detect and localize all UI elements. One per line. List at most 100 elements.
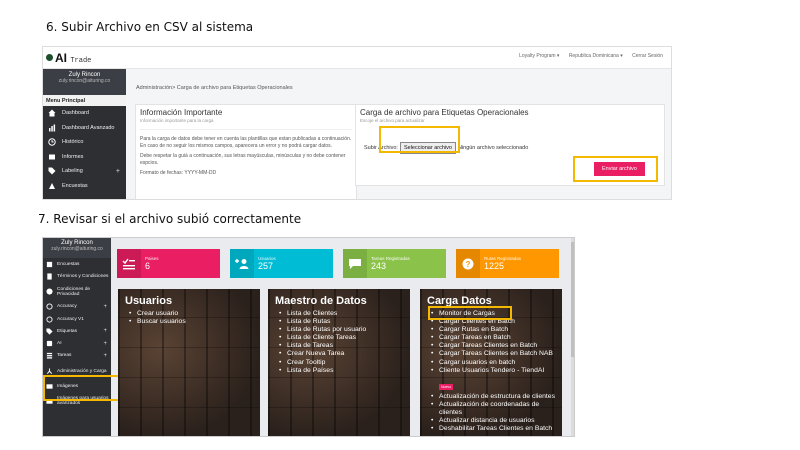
panel-links: Crear usuario Buscar usuarios	[118, 307, 260, 326]
upload-screenshot: AI Trade Loyalty Program ▾ Republica Dom…	[42, 46, 672, 200]
panel-title: Maestro de Datos	[275, 295, 367, 307]
monitor-cargas-highlight	[428, 306, 512, 320]
check-list-icon	[117, 249, 141, 278]
file-status: Ningún archivo seleccionado	[457, 145, 529, 151]
link-crear-tooltip[interactable]: Crear Tooltip	[279, 359, 410, 367]
user-email: zuly.rincon@aituring.co	[51, 246, 103, 252]
info-date-format: Formato de fechas: YYYY-MM-DD	[140, 170, 217, 176]
file-button-highlight	[379, 126, 460, 153]
panel-maestro-datos: Maestro de Datos Lista de Clientes Lista…	[268, 289, 410, 436]
sidebar-item-dashboard[interactable]: Dashboard	[43, 106, 126, 121]
admin-menu-highlight	[43, 375, 124, 401]
info-paragraph-2: Debe respetar la guiá a continuación, su…	[140, 153, 346, 166]
topnav-country[interactable]: Republica Dominicana ▾	[569, 53, 623, 59]
link-lista-tareas[interactable]: Lista de Tareas	[279, 342, 410, 350]
link-cargar-tareas[interactable]: Cargar Tareas en Batch	[431, 334, 562, 342]
upload-card-subtitle: Escoje el archivo para actualizar	[360, 118, 425, 123]
info-card: Información Importante Información impor…	[135, 104, 357, 199]
sidebar-item-ai[interactable]: AI +	[43, 337, 111, 349]
panel-links: Monitor de Cargas Cargar Clientes en Bat…	[420, 307, 562, 433]
tasks-icon	[46, 352, 53, 359]
info-card-body: Para la carga de datos debe tener en cue…	[140, 129, 352, 177]
link-cargar-rutas[interactable]: Cargar Rutas en Batch	[431, 326, 562, 334]
link-cargar-tareas-clientes-nab[interactable]: Cargar Tareas Clientes en Batch NAB	[431, 350, 562, 358]
link-cargar-usuarios[interactable]: Cargar usuarios en batch	[431, 359, 562, 367]
expand-icon[interactable]: +	[103, 353, 107, 359]
scrollbar-thumb[interactable]	[571, 242, 574, 357]
expand-icon[interactable]: +	[116, 168, 120, 175]
link-crear-tarea[interactable]: Crear Nueva Tarea	[279, 350, 410, 358]
link-lista-rutas[interactable]: Lista de Rutas	[279, 318, 410, 326]
survey-icon	[48, 182, 56, 190]
sidebar-item-accuracy-v1[interactable]: Accuracy V1	[43, 313, 111, 325]
sidebar: Zuly Rincon zuly.rincon@aituring.co Encu…	[43, 238, 111, 436]
link-crear-usuario[interactable]: Crear usuario	[129, 310, 260, 318]
top-bar: AI Trade Loyalty Program ▾ Republica Dom…	[43, 47, 671, 69]
breadcrumb: Administración> Carga de archivo para Et…	[136, 85, 293, 91]
sidebar-item-terminos[interactable]: Términos y Condiciones	[43, 270, 111, 282]
stat-paises[interactable]: Paises 6	[117, 249, 220, 278]
link-cliente-usuarios-tendero[interactable]: Cliente Usuarios Tendero - TiendAI	[431, 367, 562, 375]
send-file-button[interactable]: Enviar archivo	[594, 162, 645, 176]
link-actualizar-distancia[interactable]: Actualizar distancia de usuarios	[431, 417, 562, 425]
sidebar-item-historico[interactable]: Histórico	[43, 135, 126, 150]
expand-icon[interactable]: +	[103, 328, 107, 334]
question-icon: ?	[456, 249, 480, 278]
target-icon	[46, 303, 53, 310]
upload-card-title: Carga de archivo para Etiquetas Operacio…	[360, 108, 529, 117]
logo-dot-icon	[46, 54, 53, 61]
sidebar-item-privacidad[interactable]: Condiciones de Privacidad	[43, 283, 111, 301]
sidebar-item-dashboard-avanzado[interactable]: Dashboard Avanzado	[43, 121, 126, 136]
stat-label: Rutas Registradas	[484, 256, 522, 261]
stat-value: 257	[258, 261, 274, 271]
add-user-icon	[230, 249, 254, 278]
survey-icon	[46, 261, 53, 268]
sidebar-item-accuracy[interactable]: Accuracy +	[43, 301, 111, 313]
sidebar-item-tareas[interactable]: Tareas +	[43, 350, 111, 362]
app-logo[interactable]: AI Trade	[46, 51, 91, 65]
link-cliente-tareas[interactable]: Lista de Cliente Tareas	[279, 334, 410, 342]
scrollbar[interactable]	[571, 238, 574, 436]
info-card-title: Información Importante	[140, 108, 223, 117]
dashboard-screenshot: Zuly Rincon zuly.rincon@aituring.co Encu…	[42, 237, 575, 437]
link-lista-paises[interactable]: Lista de Países	[279, 367, 410, 375]
stat-tareas[interactable]: Tareas Registradas 243	[343, 249, 446, 278]
stat-label: Usuarios	[258, 256, 276, 261]
sidebar-item-informes[interactable]: Informes	[43, 150, 126, 165]
link-actualizacion-estructura[interactable]: Actualización de estructura de clientes	[431, 393, 562, 401]
expand-icon[interactable]: +	[103, 304, 107, 310]
topnav-logout[interactable]: Cerrar Sesión	[632, 53, 663, 59]
report-icon	[48, 153, 56, 161]
stat-value: 6	[145, 261, 151, 271]
instruction-page: 6. Subir Archivo en CSV al sistema AI Tr…	[0, 0, 800, 450]
chart-icon	[48, 124, 56, 132]
sidebar-item-etiquetas[interactable]: Etiquetas +	[43, 325, 111, 337]
panel-title: Carga Datos	[427, 295, 492, 307]
history-icon	[48, 138, 56, 146]
doc-icon	[46, 273, 53, 280]
stat-value: 1225	[484, 261, 505, 271]
link-actualizacion-coordenadas[interactable]: Actualización de coordenadas de clientes	[431, 401, 562, 417]
link-buscar-usuarios[interactable]: Buscar usuarios	[129, 318, 260, 326]
tag-icon	[46, 328, 53, 335]
stat-label: Tareas Registradas	[371, 256, 410, 261]
new-badge: Nuevo	[439, 383, 454, 390]
panel-links: Lista de Clientes Lista de Rutas Lista d…	[268, 307, 410, 375]
sidebar-item-labeling[interactable]: Labeling +	[43, 164, 126, 179]
step-7-title: 7. Revisar si el archivo subió correctam…	[38, 212, 302, 226]
expand-icon[interactable]: +	[103, 341, 107, 347]
link-lista-clientes[interactable]: Lista de Clientes	[279, 310, 410, 318]
step-6-title: 6. Subir Archivo en CSV al sistema	[46, 20, 254, 34]
sidebar-item-encuestas[interactable]: Encuestas	[43, 258, 111, 270]
sidebar-item-encuestas[interactable]: Encuestas	[43, 179, 126, 194]
link-rutas-por-usuario[interactable]: Lista de Rutas por usuario	[279, 326, 410, 334]
user-email: zuly.rincon@aituring.co	[58, 78, 111, 84]
ai-icon	[46, 340, 53, 347]
svg-text:?: ?	[466, 260, 471, 269]
link-deshabilitar-tareas[interactable]: Deshabilitar Tareas Clientes en Batch	[431, 425, 562, 433]
stat-usuarios[interactable]: Usuarios 257	[230, 249, 333, 278]
stat-rutas[interactable]: ? Rutas Registradas 1225	[456, 249, 559, 278]
link-cargar-tareas-clientes[interactable]: Cargar Tareas Clientes en Batch	[431, 342, 562, 350]
user-box: Zuly Rincon zuly.rincon@aituring.co	[43, 238, 111, 258]
topnav-loyalty[interactable]: Loyalty Program ▾	[519, 53, 559, 59]
